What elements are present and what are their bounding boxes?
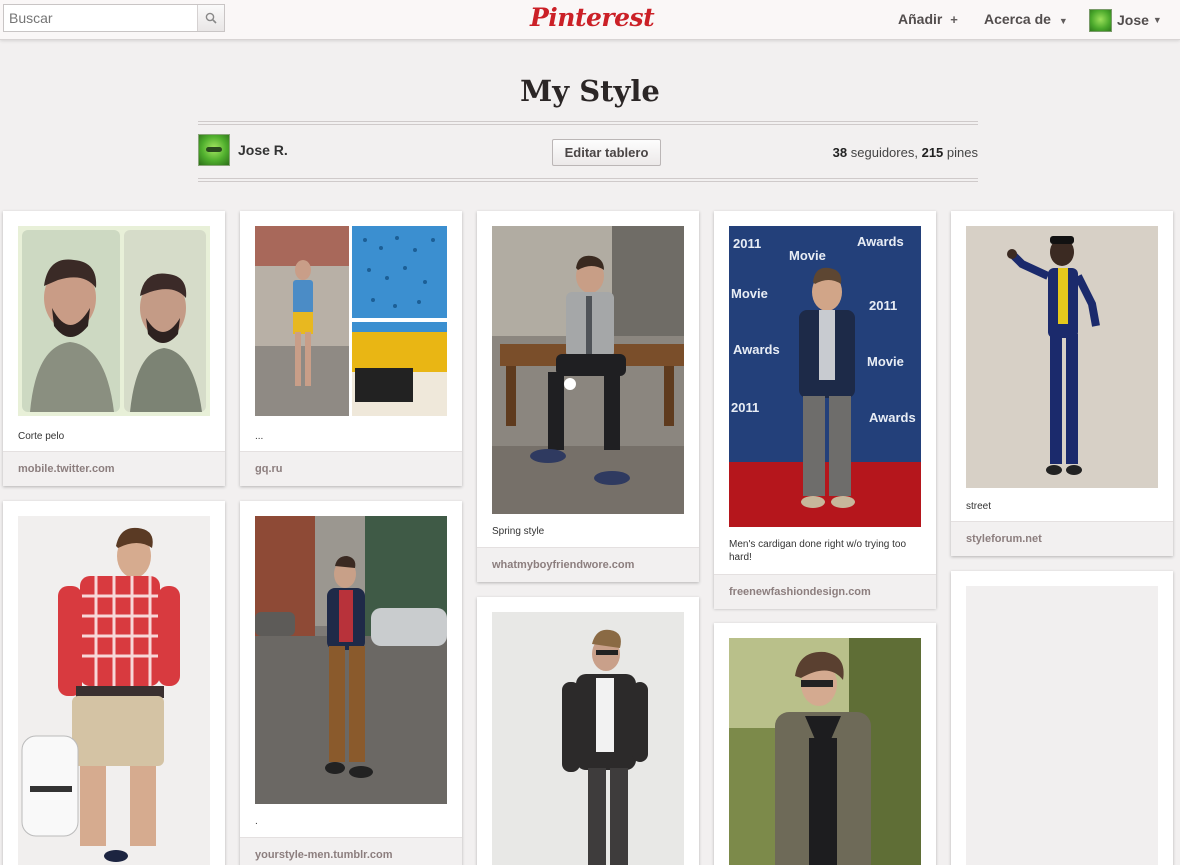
- pin-source-link[interactable]: freenewfashiondesign.com: [714, 574, 936, 609]
- pin-card[interactable]: [3, 501, 225, 865]
- pin-image[interactable]: [492, 226, 684, 514]
- pin-description: Men's cardigan done right w/o trying too…: [729, 539, 907, 563]
- about-label: Acerca de: [984, 11, 1051, 27]
- followers-label[interactable]: seguidores,: [851, 145, 918, 160]
- search-input[interactable]: [4, 5, 198, 31]
- pin-image[interactable]: [255, 226, 447, 416]
- divider: [198, 121, 978, 125]
- pin-card[interactable]: [477, 597, 699, 865]
- search-icon: [205, 12, 217, 24]
- pin-description: Corte pelo: [18, 431, 65, 442]
- pin-card[interactable]: 2011 Movie Awards Movie 2011 Awards Movie 201…: [714, 211, 936, 609]
- pin-card[interactable]: ... gq.ru: [240, 211, 462, 486]
- board-owner[interactable]: Jose R.: [198, 134, 288, 166]
- pin-card[interactable]: street styleforum.net: [951, 211, 1173, 556]
- pin-card[interactable]: [951, 571, 1173, 865]
- pin-image[interactable]: 2011 Movie Awards Movie 2011 Awards Movie 201…: [729, 226, 921, 527]
- top-bar: Pinterest Añadir + Acerca de ▼ Jose ▼: [0, 0, 1180, 40]
- pin-image[interactable]: [492, 612, 684, 865]
- pin-source-link[interactable]: mobile.twitter.com: [3, 451, 225, 486]
- pin-card[interactable]: [714, 623, 936, 865]
- pin-image[interactable]: [18, 226, 210, 416]
- pin-image-placeholder: [966, 586, 1158, 865]
- svg-text:2011: 2011: [733, 236, 761, 251]
- pin-description: ...: [255, 431, 264, 442]
- user-menu[interactable]: Jose ▼: [1089, 0, 1162, 40]
- board-title: My Style: [520, 74, 660, 108]
- pinterest-logo[interactable]: Pinterest: [530, 2, 655, 36]
- add-menu[interactable]: Añadir +: [898, 0, 958, 40]
- divider: [198, 178, 978, 182]
- pin-description: Spring style: [492, 526, 545, 537]
- pin-source-link[interactable]: gq.ru: [240, 451, 462, 486]
- pin-card[interactable]: . yourstyle-men.tumblr.com: [240, 501, 462, 865]
- pin-image[interactable]: [729, 638, 921, 865]
- search-button[interactable]: [197, 5, 224, 31]
- svg-text:Awards: Awards: [857, 234, 904, 249]
- chevron-down-icon: ▼: [1152, 15, 1162, 25]
- plus-icon: +: [950, 12, 958, 27]
- svg-text:Movie: Movie: [731, 286, 768, 301]
- pin-card[interactable]: Spring style whatmyboyfriendwore.com: [477, 211, 699, 582]
- pin-card[interactable]: Corte pelo mobile.twitter.com: [3, 211, 225, 486]
- pin-source-link[interactable]: whatmyboyfriendwore.com: [477, 547, 699, 582]
- svg-text:2011: 2011: [869, 298, 897, 313]
- pins-count: 215: [921, 145, 944, 160]
- user-name: Jose: [1117, 12, 1149, 28]
- pin-description: .: [255, 816, 258, 827]
- chevron-down-icon: ▼: [1058, 16, 1068, 26]
- svg-text:Awards: Awards: [733, 342, 780, 357]
- svg-text:2011: 2011: [731, 400, 759, 415]
- svg-text:Awards: Awards: [869, 410, 916, 425]
- pin-description: street: [966, 501, 992, 512]
- pin-image[interactable]: [18, 516, 210, 865]
- about-menu[interactable]: Acerca de ▼: [984, 0, 1068, 40]
- avatar: [198, 134, 230, 166]
- pins-label: pines: [946, 145, 978, 160]
- board-stats: 38 seguidores, 215 pines: [800, 145, 978, 160]
- add-label: Añadir: [898, 11, 943, 27]
- owner-name: Jose R.: [238, 142, 288, 158]
- search-box: [3, 4, 225, 32]
- pin-image[interactable]: [966, 226, 1158, 488]
- svg-text:Movie: Movie: [867, 354, 904, 369]
- avatar: [1089, 8, 1112, 32]
- edit-board-button[interactable]: Editar tablero: [552, 139, 661, 166]
- svg-text:Movie: Movie: [789, 248, 826, 263]
- pin-source-link[interactable]: yourstyle-men.tumblr.com: [240, 837, 462, 865]
- pin-source-link[interactable]: styleforum.net: [951, 521, 1173, 556]
- pin-image[interactable]: [255, 516, 447, 804]
- followers-count[interactable]: 38: [833, 145, 847, 160]
